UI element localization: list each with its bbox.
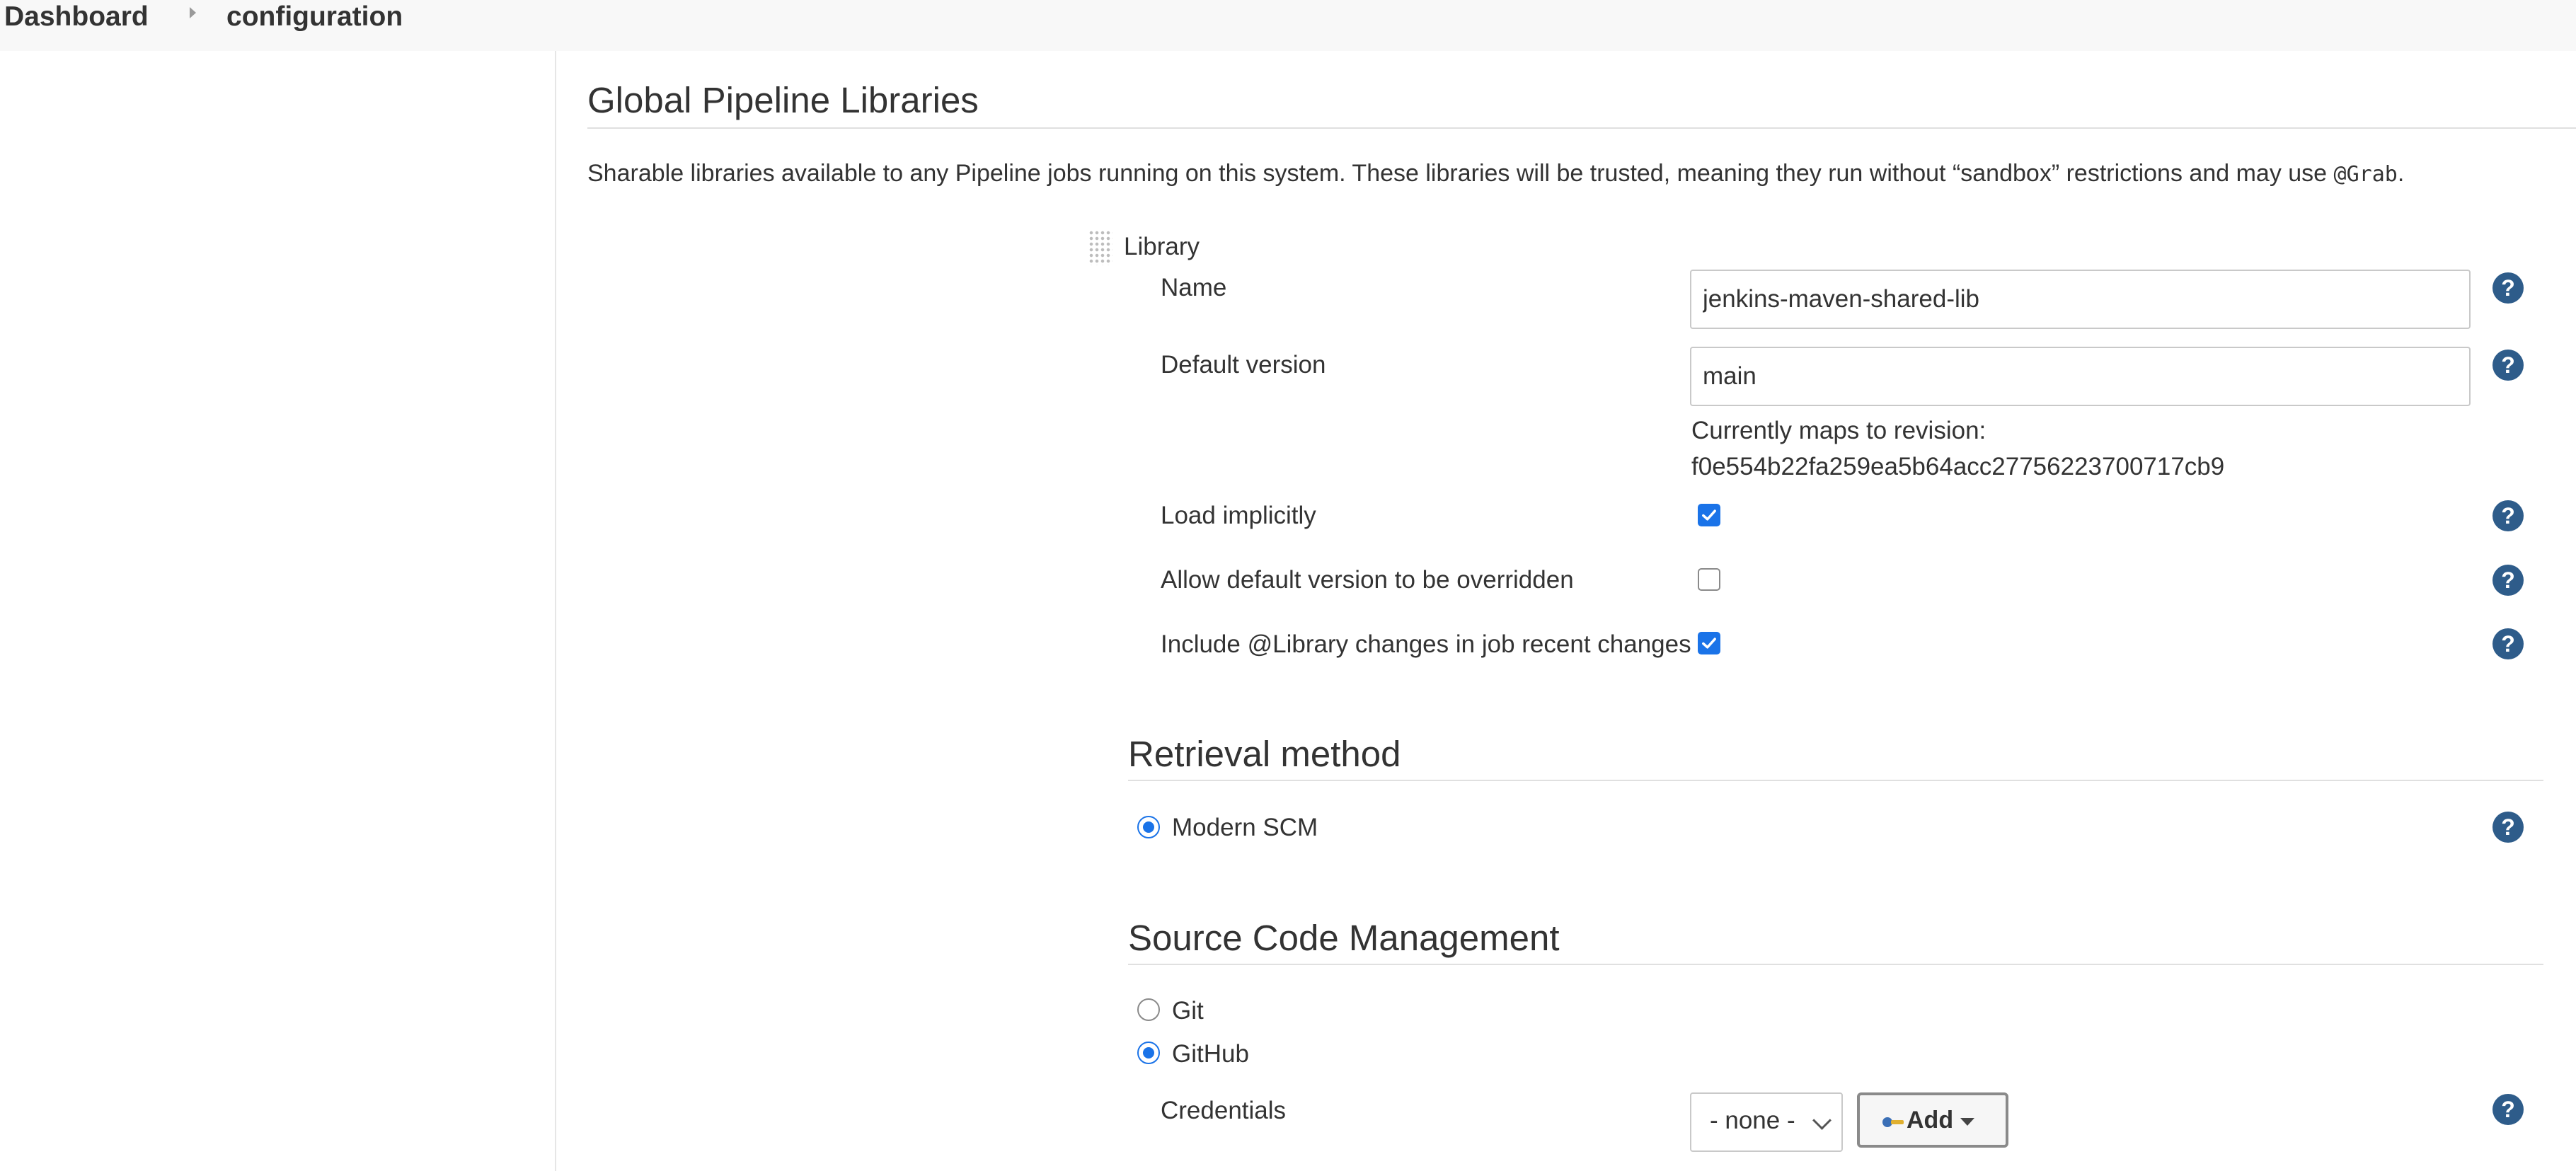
revision-label: Currently maps to revision: <box>1691 417 1986 444</box>
load-implicitly-label: Load implicitly <box>1161 502 1316 529</box>
credentials-select-value: - none - <box>1710 1107 1795 1134</box>
help-icon[interactable]: ? <box>2492 812 2524 843</box>
retrieval-method-title: Retrieval method <box>1128 734 1401 774</box>
include-changes-label: Include @Library changes in job recent c… <box>1161 630 1691 658</box>
help-icon[interactable]: ? <box>2492 628 2524 659</box>
caret-down-icon <box>1960 1118 1974 1126</box>
credentials-select[interactable]: - none - <box>1690 1092 1843 1152</box>
name-input[interactable] <box>1690 270 2471 329</box>
breadcrumb: Dashboard configuration <box>0 0 2576 51</box>
section-divider <box>587 127 2576 129</box>
chevron-down-icon <box>1812 1111 1832 1130</box>
help-icon[interactable]: ? <box>2492 1094 2524 1125</box>
checkmark-icon <box>1702 638 1716 649</box>
grab-code: @Grab <box>2333 162 2398 187</box>
default-version-input[interactable] <box>1690 347 2471 406</box>
drag-handle-icon[interactable] <box>1088 230 1112 265</box>
default-version-label: Default version <box>1161 351 1326 379</box>
breadcrumb-item-dashboard[interactable]: Dashboard <box>4 1 149 33</box>
git-radio[interactable] <box>1137 998 1160 1021</box>
scm-title: Source Code Management <box>1128 918 1560 958</box>
help-icon[interactable]: ? <box>2492 500 2524 531</box>
checkmark-icon <box>1702 509 1716 521</box>
retrieval-divider <box>1128 780 2543 781</box>
credentials-label: Credentials <box>1161 1097 1287 1124</box>
library-header: Library <box>1124 233 1200 260</box>
load-implicitly-checkbox[interactable] <box>1698 504 1720 526</box>
git-label[interactable]: Git <box>1172 997 1204 1025</box>
scm-divider <box>1128 964 2543 965</box>
name-label: Name <box>1161 274 1227 301</box>
allow-override-checkbox[interactable] <box>1698 568 1720 591</box>
modern-scm-label[interactable]: Modern SCM <box>1172 814 1318 842</box>
add-credentials-button[interactable]: Add <box>1857 1092 2008 1148</box>
github-radio[interactable] <box>1137 1042 1160 1064</box>
section-description-text: Sharable libraries available to any Pipe… <box>587 160 2334 187</box>
breadcrumb-item-configuration[interactable]: configuration <box>226 1 403 33</box>
include-changes-checkbox[interactable] <box>1698 632 1720 654</box>
help-icon[interactable]: ? <box>2492 350 2524 381</box>
revision-hash: f0e554b22fa259ea5b64acc27756223700717cb9 <box>1691 453 2225 480</box>
add-button-label: Add <box>1907 1107 1954 1133</box>
modern-scm-radio[interactable] <box>1137 816 1160 838</box>
help-icon[interactable]: ? <box>2492 565 2524 596</box>
key-icon <box>1882 1117 1904 1127</box>
allow-override-label: Allow default version to be overridden <box>1161 566 1574 594</box>
section-description-end: . <box>2397 160 2405 187</box>
breadcrumb-separator-icon <box>190 7 196 18</box>
github-label[interactable]: GitHub <box>1172 1040 1249 1068</box>
side-panel <box>0 51 556 1171</box>
help-icon[interactable]: ? <box>2492 272 2524 304</box>
section-title: Global Pipeline Libraries <box>587 80 979 120</box>
section-description: Sharable libraries available to any Pipe… <box>587 160 2404 188</box>
